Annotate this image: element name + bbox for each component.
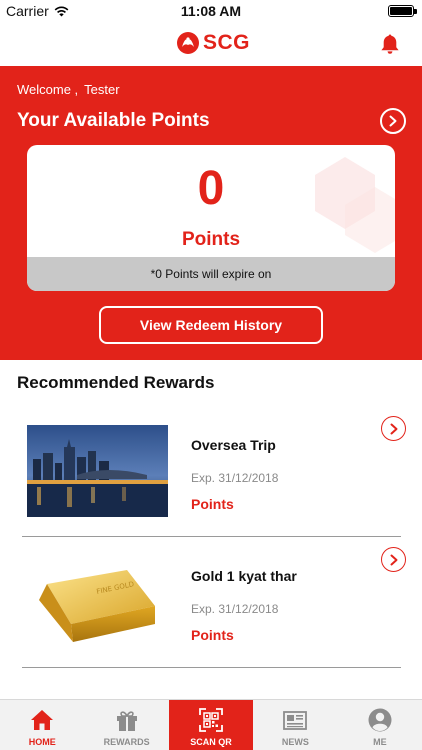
reward-points-label: Points — [191, 627, 234, 643]
scg-logo: SCG — [176, 31, 250, 55]
app-header: SCG — [0, 22, 422, 66]
notification-bell-icon[interactable] — [378, 32, 402, 56]
reward-expiry: Exp. 31/12/2018 — [191, 602, 279, 616]
chevron-right-icon — [389, 115, 397, 127]
qr-icon — [199, 708, 223, 732]
tab-rewards[interactable]: REWARDS — [84, 700, 168, 750]
tab-news[interactable]: NEWS — [253, 700, 337, 750]
welcome-text: Welcome , Tester — [17, 82, 120, 97]
tab-me-label: ME — [373, 737, 387, 747]
reward-detail-button[interactable] — [381, 416, 406, 441]
battery-icon — [388, 5, 417, 17]
reward-name: Gold 1 kyat thar — [191, 568, 297, 584]
clock: 11:08 AM — [180, 3, 242, 19]
chevron-right-icon — [390, 423, 397, 434]
tab-me[interactable]: ME — [338, 700, 422, 750]
tab-home[interactable]: HOME — [0, 700, 84, 750]
tab-scan-qr[interactable]: SCAN QR — [168, 700, 254, 750]
welcome-prefix: Welcome , — [17, 82, 79, 97]
reward-name: Oversea Trip — [191, 437, 276, 453]
chevron-right-icon — [390, 554, 397, 565]
home-icon — [31, 710, 54, 730]
scg-emblem-icon — [177, 32, 199, 54]
points-value: 0 — [197, 162, 225, 215]
tab-rewards-label: REWARDS — [103, 737, 150, 747]
reward-item[interactable]: FINE GOLD Gold 1 kyat thar Exp. 31/12/20… — [22, 537, 406, 668]
user-name: Tester — [84, 82, 120, 97]
points-label: Points — [181, 229, 241, 250]
reward-item[interactable]: Oversea Trip Exp. 31/12/2018 Points — [22, 406, 406, 537]
newspaper-icon — [283, 711, 308, 730]
status-bar: Carrier 11:08 AM — [0, 0, 422, 22]
reward-expiry: Exp. 31/12/2018 — [191, 471, 279, 485]
points-hero: Welcome , Tester Your Available Points 0 … — [0, 66, 422, 360]
logo-text: SCG — [203, 31, 251, 54]
user-icon — [368, 708, 392, 732]
bottom-tab-bar: HOME REWARDS SCAN QR NEWS ME — [0, 699, 422, 750]
reward-detail-button[interactable] — [381, 547, 406, 572]
view-redeem-history-button[interactable]: View Redeem History — [99, 306, 323, 344]
recommended-rewards-title: Recommended Rewards — [17, 373, 215, 392]
gift-icon — [116, 711, 137, 731]
points-detail-button[interactable] — [380, 108, 406, 134]
reward-points-label: Points — [191, 496, 234, 512]
points-card: 0 Points *0 Points will expire on — [27, 145, 395, 291]
points-expiry-note: *0 Points will expire on — [27, 257, 395, 291]
reward-image-gold-bar: FINE GOLD — [39, 570, 155, 642]
reward-image-city-skyline — [27, 425, 168, 517]
tab-news-label: NEWS — [281, 737, 309, 747]
tab-home-label: HOME — [28, 737, 56, 747]
tab-scan-qr-label: SCAN QR — [190, 737, 232, 747]
available-points-title: Your Available Points — [17, 110, 210, 131]
